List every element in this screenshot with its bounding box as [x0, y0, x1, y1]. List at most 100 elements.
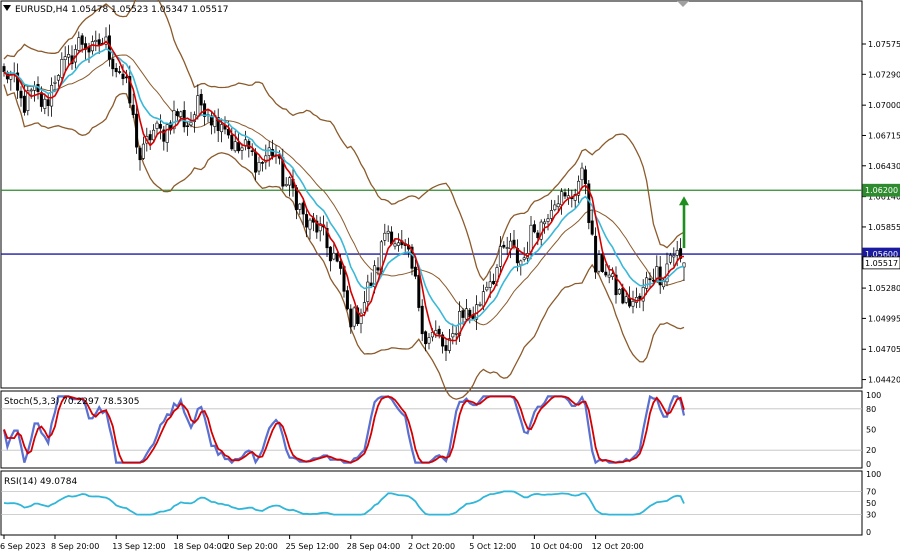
candle-body [328, 246, 332, 262]
candle-body [597, 254, 601, 272]
candle-body [624, 296, 628, 303]
rsi-panel[interactable] [0, 470, 863, 536]
candle-body [175, 111, 179, 117]
candle-body [532, 224, 536, 233]
candle-body [189, 122, 193, 126]
candle-body [617, 289, 621, 295]
candle-body [505, 247, 509, 249]
candle-body [19, 90, 23, 99]
candle-body [488, 281, 492, 288]
rsi-tick-label: 30 [866, 511, 876, 520]
time-tick-label: 10 Oct 04:00 [530, 542, 582, 551]
candle-body [298, 203, 302, 210]
price-tick-label: 1.07575 [868, 40, 900, 49]
candle-body [77, 37, 81, 51]
candle-body [67, 54, 71, 58]
candle-body [631, 301, 635, 307]
candle-body [583, 169, 587, 185]
candle-body [335, 253, 339, 262]
candle-body [607, 274, 611, 278]
candle-body [386, 230, 390, 234]
candle-body [563, 192, 567, 197]
candle-body [427, 337, 431, 344]
time-tick-label: 12 Oct 20:00 [592, 542, 644, 551]
candle-body [492, 280, 496, 285]
candle-body [135, 113, 139, 148]
candle-body [611, 273, 615, 277]
candle-body [29, 89, 33, 92]
candle-body [556, 203, 560, 208]
candle-body [417, 275, 421, 308]
stoch-tick-label: 50 [866, 426, 876, 435]
candle-body [332, 252, 336, 260]
candle-body [672, 255, 676, 258]
candle-body [393, 243, 397, 247]
candle-body [284, 184, 288, 187]
candle-body [420, 305, 424, 335]
candle-body [141, 143, 145, 159]
candle-body [118, 71, 122, 73]
candle-body [590, 220, 594, 235]
candle-body [94, 40, 98, 43]
candle-body [196, 95, 200, 117]
candle-body [478, 303, 482, 306]
candle-body [413, 266, 417, 277]
candle-body [158, 124, 162, 129]
candle-body [509, 240, 513, 250]
candle-body [97, 39, 101, 46]
rsi-tick-label: 100 [866, 470, 881, 479]
candle-body [308, 219, 312, 230]
candle-body [675, 250, 679, 256]
price-tick-label: 1.07000 [868, 101, 900, 110]
candle-body [56, 75, 60, 81]
candle-body [648, 278, 652, 281]
candle-body [437, 328, 441, 335]
candle-body [46, 99, 50, 106]
candle-body [352, 307, 356, 327]
candle-body [451, 333, 455, 338]
candle-body [39, 92, 43, 107]
time-tick-label: 5 Oct 12:00 [469, 542, 516, 551]
candle-body [549, 210, 553, 219]
candle-body [288, 177, 292, 186]
candle-body [148, 134, 152, 141]
candle-body [668, 254, 672, 263]
candle-body [536, 232, 540, 239]
candle-body [121, 73, 125, 79]
candle-body [220, 124, 224, 133]
candle-body [553, 204, 557, 211]
candle-body [114, 68, 118, 73]
stoch-tick-label: 0 [866, 460, 871, 469]
candle-body [464, 308, 468, 320]
candle-body [366, 281, 370, 302]
candle-body [580, 167, 584, 181]
candle-body [383, 232, 387, 241]
trading-chart[interactable]: 1.075751.072901.070001.067151.064301.061… [0, 0, 900, 557]
candle-body [454, 332, 458, 335]
candle-body [199, 93, 203, 106]
time-tick-label: 8 Sep 20:00 [51, 542, 99, 551]
candle-body [529, 224, 533, 253]
candle-body [186, 125, 190, 127]
candle-body [53, 81, 57, 84]
rsi-tick-label: 0 [866, 528, 871, 537]
candle-body [305, 214, 309, 228]
time-tick-label: 6 Sep 2023 [0, 542, 46, 551]
candle-body [628, 297, 632, 307]
rsi-header: RSI(14) 49.0784 [4, 477, 77, 487]
candle-body [233, 141, 237, 152]
stoch-header: Stoch(5,3,3) 70.2297 78.5305 [4, 397, 139, 407]
time-tick-label: 25 Sep 12:00 [286, 542, 339, 551]
price-tick-label: 1.04705 [868, 345, 900, 354]
candle-body [138, 147, 142, 161]
candle-body [155, 122, 159, 129]
candle-body [80, 35, 84, 45]
time-tick-label: 18 Sep 04:00 [173, 542, 226, 551]
candle-body [546, 218, 550, 222]
candle-body [543, 221, 547, 225]
candle-body [658, 266, 662, 286]
candle-body [645, 277, 649, 289]
candle-body [260, 162, 264, 164]
candle-body [179, 111, 183, 117]
time-tick-label: 13 Sep 12:00 [112, 542, 165, 551]
